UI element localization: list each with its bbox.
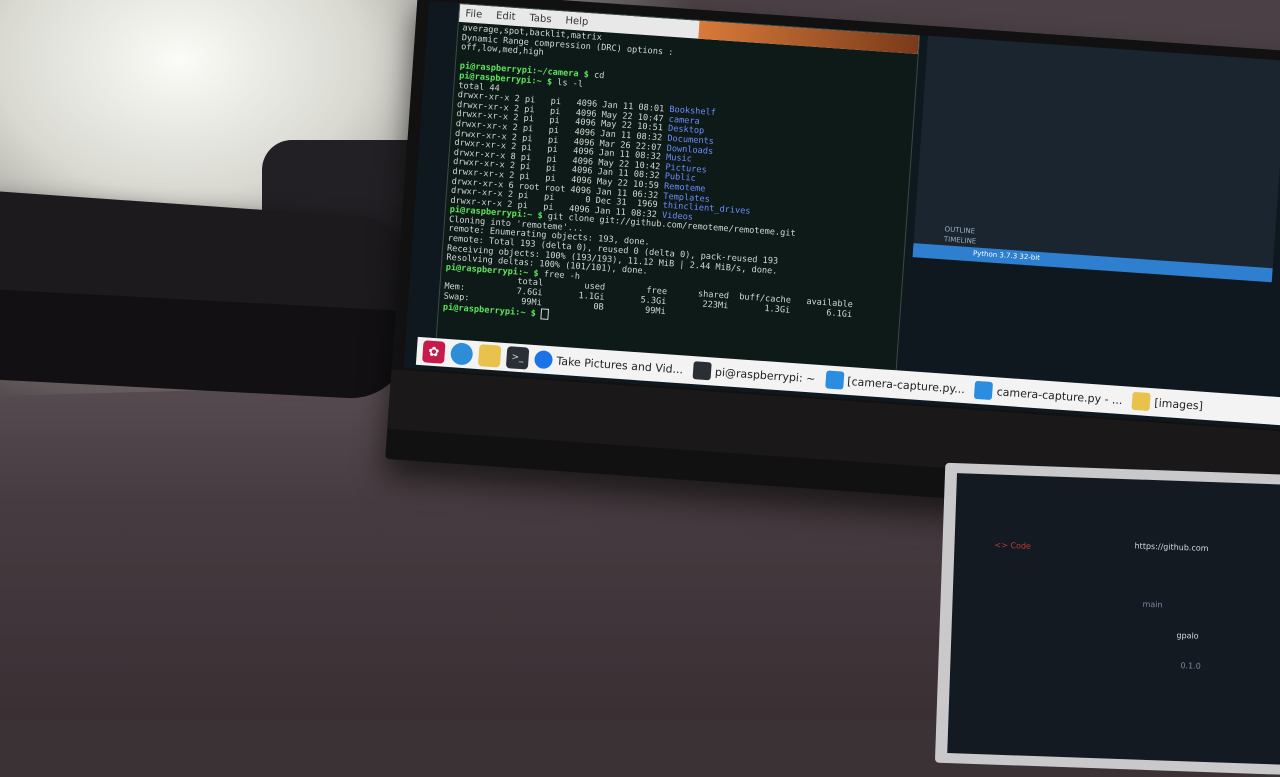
folder-icon[interactable] (477, 344, 502, 368)
terminal-window[interactable]: File Edit Tabs Help average,spot,backlit,ma… (434, 2, 921, 392)
terminal-icon[interactable]: >_ (505, 346, 530, 370)
release-tag[interactable]: 0.1.0 (1180, 661, 1201, 671)
laptop: <> Code https://github.com main gpalo 0.… (934, 462, 1280, 777)
taskbar-window-button[interactable]: pi@raspberrypi: ~ (692, 361, 816, 388)
taskbar-window-button[interactable]: [camera-capture.py... (824, 370, 966, 398)
taskbar-window-label: pi@raspberrypi: ~ (714, 365, 816, 386)
globe-icon[interactable] (449, 342, 474, 366)
taskbar-window-label: Take Pictures and Vid... (556, 354, 684, 376)
terminal-icon (692, 361, 712, 381)
raspberry-menu-icon[interactable]: ✿ (422, 340, 446, 364)
code-tab[interactable]: <> Code (994, 541, 1031, 551)
python-interpreter-status[interactable]: Python 3.7.3 32-bit (973, 249, 1040, 262)
chromium-icon (533, 350, 554, 370)
line-text: cd (593, 70, 605, 82)
taskbar-window-button[interactable]: Take Pictures and Vid... (533, 350, 684, 378)
timeline-section[interactable]: TIMELINE (944, 235, 977, 245)
taskbar-window-label: [camera-capture.py... (846, 374, 966, 396)
repo-item[interactable]: gpalo (1176, 631, 1198, 641)
vscode-icon (824, 370, 844, 390)
vscode-status-bar: Python 3.7.3 32-bit (912, 243, 1273, 283)
outline-section[interactable]: OUTLINE (944, 225, 975, 235)
taskbar-window-button[interactable]: camera-capture.py - ... (974, 380, 1123, 409)
branch-selector[interactable]: main (1142, 600, 1162, 610)
terminal-menu-edit[interactable]: Edit (496, 10, 516, 22)
taskbar-window-button[interactable]: [images] (1131, 391, 1204, 415)
taskbar-window-label: camera-capture.py - ... (996, 384, 1123, 407)
terminal-menu-tabs[interactable]: Tabs (529, 12, 552, 25)
terminal-menu-file[interactable]: File (465, 8, 482, 20)
taskbar-window-label: [images] (1153, 395, 1204, 413)
terminal-menu-help[interactable]: Help (565, 15, 589, 28)
folder-icon (1131, 391, 1152, 412)
line-text: ls -l (556, 77, 584, 90)
text-cursor (540, 308, 550, 321)
monitor-screen: OUTLINE TIMELINE Python 3.7.3 32-bit Fil… (403, 0, 1280, 430)
url-bar[interactable]: https://github.com (1134, 541, 1208, 553)
terminal-output[interactable]: average,spot,backlit,matrix Dynamic Range… (443, 23, 914, 345)
laptop-screen: <> Code https://github.com main gpalo 0.… (947, 473, 1280, 767)
vscode-icon (974, 380, 994, 401)
monitor: OUTLINE TIMELINE Python 3.7.3 32-bit Fil… (385, 0, 1280, 522)
